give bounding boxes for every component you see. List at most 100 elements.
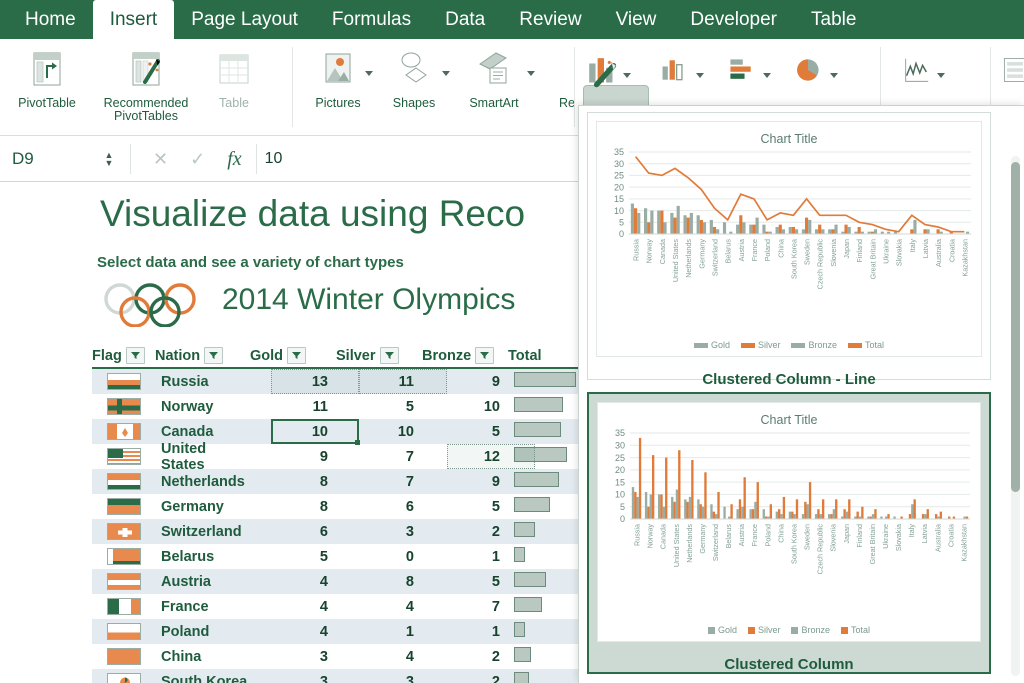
- filter-icon[interactable]: [125, 347, 145, 364]
- table-row[interactable]: Belarus 5 0 1: [92, 544, 592, 569]
- table-row[interactable]: France 4 4 7: [92, 594, 592, 619]
- svg-text:Netherlands: Netherlands: [684, 239, 693, 278]
- chart-title: Chart Title: [760, 413, 818, 427]
- svg-text:South Korea: South Korea: [790, 524, 799, 564]
- ribbon-tab-insert[interactable]: Insert: [92, 0, 175, 39]
- legend-swatch: [848, 343, 863, 349]
- chevron-down-icon[interactable]: [763, 72, 771, 78]
- svg-text:Ukraine: Ukraine: [882, 239, 891, 264]
- flag-austria: [92, 573, 155, 590]
- cell-nation: United States: [161, 440, 207, 473]
- chevron-down-icon[interactable]: [623, 72, 631, 78]
- ribbon-tab-data[interactable]: Data: [428, 0, 502, 39]
- cell-gold: 3: [319, 673, 328, 683]
- ribbon-tab-developer[interactable]: Developer: [673, 0, 794, 39]
- svg-text:5: 5: [620, 502, 625, 512]
- ribbon-tab-page-layout[interactable]: Page Layout: [174, 0, 315, 39]
- cell-silver: 3: [405, 523, 414, 540]
- chevron-down-icon[interactable]: [527, 71, 535, 76]
- legend-swatch: [747, 627, 755, 635]
- chart-suggestion-card[interactable]: 0 5 10 15 20 25 30 35 Russia Norway Canada United S…: [587, 392, 991, 674]
- filter-icon[interactable]: [475, 347, 495, 364]
- name-box[interactable]: D9: [0, 149, 96, 169]
- cell-bronze: 1: [491, 623, 500, 640]
- bar-chart-button[interactable]: [726, 39, 771, 89]
- table-row[interactable]: Russia 13 11 9: [92, 369, 592, 394]
- cell-total-databar: [508, 547, 588, 566]
- table-row[interactable]: Austria 4 8 5: [92, 569, 592, 594]
- svg-text:15: 15: [615, 477, 625, 487]
- table-row[interactable]: Poland 4 1 1: [92, 619, 592, 644]
- shapes-button[interactable]: Shapes: [376, 39, 452, 110]
- recommended-charts-button[interactable]: [586, 39, 631, 89]
- svg-text:Austria: Austria: [737, 524, 746, 546]
- svg-text:Poland: Poland: [763, 239, 772, 261]
- table-button[interactable]: Table: [202, 39, 266, 110]
- ribbon-tab-view[interactable]: View: [599, 0, 674, 39]
- pivottable-button[interactable]: PivotTable: [4, 39, 90, 110]
- svg-text:Latvia: Latvia: [920, 524, 929, 543]
- ribbon-tab-formulas[interactable]: Formulas: [315, 0, 428, 39]
- table-row[interactable]: China 3 4 2: [92, 644, 592, 669]
- cell-nation: Netherlands: [161, 473, 245, 490]
- legend-item: Bronze: [791, 625, 830, 635]
- cell-gold: 4: [319, 573, 328, 590]
- filter-icon[interactable]: [287, 347, 307, 364]
- ribbon-tab-table[interactable]: Table: [794, 0, 873, 39]
- recommended-pivottables-button[interactable]: Recommended PivotTables: [90, 39, 202, 123]
- svg-text:Slovakia: Slovakia: [895, 239, 904, 266]
- chart-legend: Gold Silver Bronze Total: [597, 340, 981, 350]
- cell-gold: 9: [319, 448, 328, 465]
- smartart-icon: [472, 48, 516, 92]
- cell-nation: Russia: [161, 373, 209, 390]
- formula-input[interactable]: 10: [265, 150, 283, 168]
- fx-icon[interactable]: fx: [227, 148, 241, 171]
- cell-silver: 3: [405, 673, 414, 683]
- pane-scrollbar-thumb[interactable]: [1011, 162, 1020, 492]
- svg-text:Kazakhstan: Kazakhstan: [960, 239, 969, 277]
- pie-chart-button[interactable]: [793, 39, 838, 89]
- column-chart-button[interactable]: [659, 39, 704, 89]
- pictures-button[interactable]: Pictures: [300, 39, 376, 110]
- chevron-down-icon[interactable]: [442, 71, 450, 76]
- table-row[interactable]: Netherlands 8 7 9: [92, 469, 592, 494]
- ribbon-separator-2: [574, 47, 575, 127]
- table-row[interactable]: Norway 11 5 10: [92, 394, 592, 419]
- legend-item: Bronze: [791, 340, 837, 350]
- chevron-down-icon[interactable]: [696, 72, 704, 78]
- filter-icon[interactable]: [379, 347, 399, 364]
- table-row[interactable]: South Korea 3 3 2: [92, 669, 592, 683]
- cell-silver: 10: [397, 423, 414, 440]
- cell-silver: 7: [405, 473, 414, 490]
- svg-text:Norway: Norway: [646, 524, 655, 549]
- flag-france: [92, 598, 155, 615]
- svg-text:Sweden: Sweden: [803, 239, 812, 265]
- divider: [255, 144, 257, 174]
- cell-total-databar: [508, 572, 588, 591]
- svg-text:Canada: Canada: [659, 524, 668, 549]
- chart-suggestion-card[interactable]: 0 5 10 15 20 25 30 35 Russia Norway Canada United S…: [587, 112, 991, 388]
- svg-text:Japan: Japan: [842, 524, 851, 544]
- table-row[interactable]: Switzerland 6 3 2: [92, 519, 592, 544]
- slicer-button[interactable]: [1000, 39, 1024, 89]
- cell-gold: 3: [319, 648, 328, 665]
- cell-total-databar: [508, 397, 588, 416]
- ribbon-tab-review[interactable]: Review: [502, 0, 598, 39]
- chevron-down-icon[interactable]: [937, 72, 945, 78]
- svg-text:Austria: Austria: [737, 239, 746, 261]
- chart-preview: 0 5 10 15 20 25 30 35 Russia Norway Canada United S…: [597, 402, 981, 642]
- line-chart-button[interactable]: [900, 39, 945, 89]
- filter-icon[interactable]: [204, 347, 224, 364]
- name-box-spinner[interactable]: ▲ ▼: [96, 151, 122, 168]
- smartart-button[interactable]: SmartArt: [452, 39, 536, 110]
- flag-poland: [92, 623, 155, 640]
- legend-label: Total: [865, 340, 885, 350]
- cancel-icon[interactable]: ✕: [153, 149, 168, 170]
- confirm-icon[interactable]: ✓: [190, 149, 205, 170]
- chevron-down-icon[interactable]: [830, 72, 838, 78]
- table-row[interactable]: Germany 8 6 5: [92, 494, 592, 519]
- ribbon-tab-home[interactable]: Home: [8, 0, 93, 39]
- table-row[interactable]: United States 9 7 12: [92, 441, 592, 473]
- table-icon: [212, 48, 256, 92]
- chevron-down-icon[interactable]: [365, 71, 373, 76]
